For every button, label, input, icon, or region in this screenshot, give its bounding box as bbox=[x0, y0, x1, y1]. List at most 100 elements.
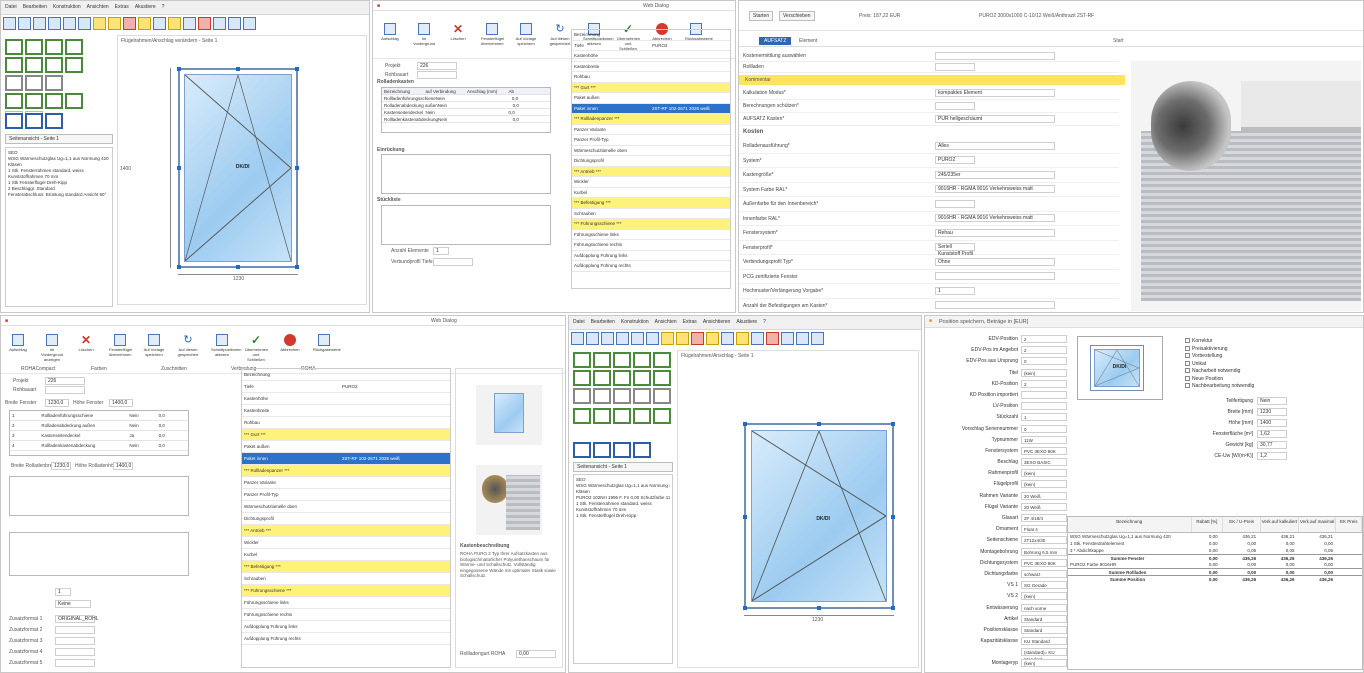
delete-icon[interactable] bbox=[691, 332, 704, 345]
report-icon[interactable] bbox=[766, 332, 779, 345]
config-input[interactable]: 1 bbox=[935, 286, 975, 295]
dimension-input[interactable]: 1,2 bbox=[1257, 452, 1287, 460]
property-row[interactable]: Bezeichnung bbox=[572, 30, 730, 41]
property-row[interactable]: Führungsschiene links bbox=[572, 230, 730, 240]
field-input[interactable]: 226 bbox=[45, 377, 85, 385]
property-row[interactable]: Paket außen bbox=[572, 93, 730, 104]
menu-item[interactable]: Ansichten bbox=[655, 319, 677, 325]
property-row[interactable]: *** Rollladenpanzer *** bbox=[242, 465, 450, 477]
config-input[interactable] bbox=[935, 272, 1055, 281]
resize-handle[interactable] bbox=[177, 166, 181, 170]
config-input[interactable] bbox=[935, 199, 975, 208]
tile-template[interactable] bbox=[65, 39, 83, 55]
redo-icon[interactable] bbox=[228, 17, 241, 30]
chart-icon[interactable] bbox=[751, 332, 764, 345]
dimension-input[interactable]: 1,62 bbox=[1257, 430, 1287, 438]
property-row[interactable]: Wickler bbox=[572, 177, 730, 188]
chart-icon[interactable] bbox=[183, 17, 196, 30]
tile-template[interactable] bbox=[25, 57, 43, 73]
zusatz-input[interactable] bbox=[55, 637, 95, 645]
property-row[interactable]: Bezeichnung bbox=[242, 369, 450, 381]
resize-handle[interactable] bbox=[743, 515, 747, 519]
resize-handle[interactable] bbox=[236, 67, 240, 71]
tile-template[interactable] bbox=[653, 408, 671, 424]
config-input[interactable]: 245/235er bbox=[935, 170, 1055, 179]
position-field-input[interactable]: (kein) bbox=[1021, 592, 1067, 601]
config-input[interactable] bbox=[935, 52, 1055, 60]
profile-field[interactable] bbox=[433, 258, 473, 266]
property-row[interactable]: Wärmeschutzlamelle oben bbox=[572, 146, 730, 156]
measure-icon[interactable] bbox=[153, 17, 166, 30]
dimension-input[interactable]: Nein bbox=[1257, 397, 1287, 405]
dimension-input[interactable]: 1400 bbox=[1257, 419, 1287, 427]
tile-template[interactable] bbox=[5, 93, 23, 109]
table-row[interactable]: Kastenseitendeckel Nein 0,0 bbox=[382, 109, 550, 116]
tile-template[interactable] bbox=[5, 57, 23, 73]
config-input[interactable]: Alles bbox=[935, 141, 1055, 150]
config-input[interactable]: kompaktes Element bbox=[935, 89, 1055, 97]
menu-item[interactable]: Datei bbox=[5, 4, 17, 10]
position-field-input[interactable]: Bohrung 6,5 mm bbox=[1021, 547, 1067, 556]
anzahl-field[interactable]: 1 bbox=[433, 247, 449, 255]
property-row[interactable]: Dichtungsprofil bbox=[242, 513, 450, 525]
ribbon-button[interactable]: Fensterflügel übernehmen bbox=[109, 334, 132, 357]
tile-blue[interactable] bbox=[25, 113, 43, 129]
ribbon-button[interactable]: Im Vordergrund anzeigen bbox=[41, 334, 63, 362]
config-input[interactable] bbox=[935, 301, 1055, 310]
wizard-icon[interactable] bbox=[676, 332, 689, 345]
property-row[interactable]: Wickler bbox=[242, 537, 450, 549]
tile-template[interactable] bbox=[613, 370, 631, 386]
property-row[interactable]: Kastenbreite bbox=[572, 62, 730, 72]
property-row[interactable]: Aufdopplung Führung rechts bbox=[242, 633, 450, 645]
table-row[interactable]: 1 Rollladenführungsschiene Nein 0,0 bbox=[10, 411, 188, 421]
ribbon-button[interactable]: ↻ Auf diesen gespeichert bbox=[177, 334, 199, 357]
config-input[interactable]: Seriell Kunststoff Profil bbox=[935, 243, 975, 257]
menu-item[interactable]: ? bbox=[162, 4, 165, 10]
zusatz-input[interactable]: ORIGINAL_ROHL bbox=[55, 615, 99, 623]
property-row[interactable]: Wärmeschutzlamelle oben bbox=[242, 501, 450, 513]
tile-template[interactable] bbox=[25, 75, 43, 91]
menu-item[interactable]: Ansichten bbox=[87, 4, 109, 10]
ribbon-button[interactable]: ✕ Löschen bbox=[75, 334, 97, 352]
brush-icon[interactable] bbox=[138, 17, 151, 30]
delete-icon[interactable] bbox=[123, 17, 136, 30]
property-row[interactable]: Dichtungsprofil bbox=[572, 156, 730, 167]
table-row[interactable]: Rolladenabdeckung außen Nein 0,0 bbox=[382, 102, 550, 109]
tile-template[interactable] bbox=[65, 57, 83, 73]
table-row[interactable]: Rollladenführungsschiene Nein 0,0 bbox=[382, 95, 550, 102]
position-field-input[interactable] bbox=[1021, 390, 1067, 399]
checkbox[interactable] bbox=[1185, 353, 1190, 359]
hoehe-field[interactable]: 1400,0 bbox=[109, 399, 133, 407]
config-input[interactable] bbox=[935, 102, 975, 110]
position-field-input[interactable]: (kein) bbox=[1021, 469, 1067, 478]
property-row[interactable]: Rohbau bbox=[572, 72, 730, 83]
property-row[interactable]: *** Befestigung *** bbox=[572, 198, 730, 209]
property-row[interactable]: Aufdopplung Führung rechts bbox=[572, 261, 730, 272]
tile-template[interactable] bbox=[25, 39, 43, 55]
tile-blue[interactable] bbox=[633, 442, 651, 458]
profile-field[interactable]: Keine bbox=[55, 600, 91, 608]
tile-template[interactable] bbox=[593, 352, 611, 368]
tile-template[interactable] bbox=[613, 352, 631, 368]
wizard-icon[interactable] bbox=[108, 17, 121, 30]
position-field-input[interactable]: KU Standard bbox=[1021, 637, 1067, 646]
checkbox-row[interactable]: Nacharbeit notwendig bbox=[1185, 368, 1355, 376]
tile-template[interactable] bbox=[613, 388, 631, 404]
position-field-input[interactable]: PVC 3EXO 80K bbox=[1021, 558, 1067, 567]
zusatz-input[interactable] bbox=[55, 626, 95, 634]
resize-handle[interactable] bbox=[295, 67, 299, 71]
property-row[interactable]: Kurbel bbox=[572, 188, 730, 198]
property-row[interactable]: Kastenhöhe bbox=[572, 51, 730, 62]
position-field-input[interactable]: (kein) bbox=[1021, 368, 1067, 377]
tile-blue[interactable] bbox=[593, 442, 611, 458]
tile-template[interactable] bbox=[25, 93, 43, 109]
ribbon-button[interactable]: Aufschlag bbox=[7, 334, 29, 352]
checkbox-row[interactable]: Neue Position bbox=[1185, 376, 1355, 384]
config-input[interactable]: Rehau bbox=[935, 228, 1055, 237]
resize-handle[interactable] bbox=[177, 265, 181, 269]
resize-handle[interactable] bbox=[891, 422, 895, 426]
ribbon-button[interactable]: ✓ Übernehmen und Schließen bbox=[245, 334, 268, 362]
globe-icon[interactable] bbox=[811, 332, 824, 345]
position-field-input[interactable]: 0 bbox=[1021, 424, 1067, 433]
price-row[interactable]: Summe Rollladen 0,00 0,00 0,00 0,00 bbox=[1068, 568, 1362, 575]
